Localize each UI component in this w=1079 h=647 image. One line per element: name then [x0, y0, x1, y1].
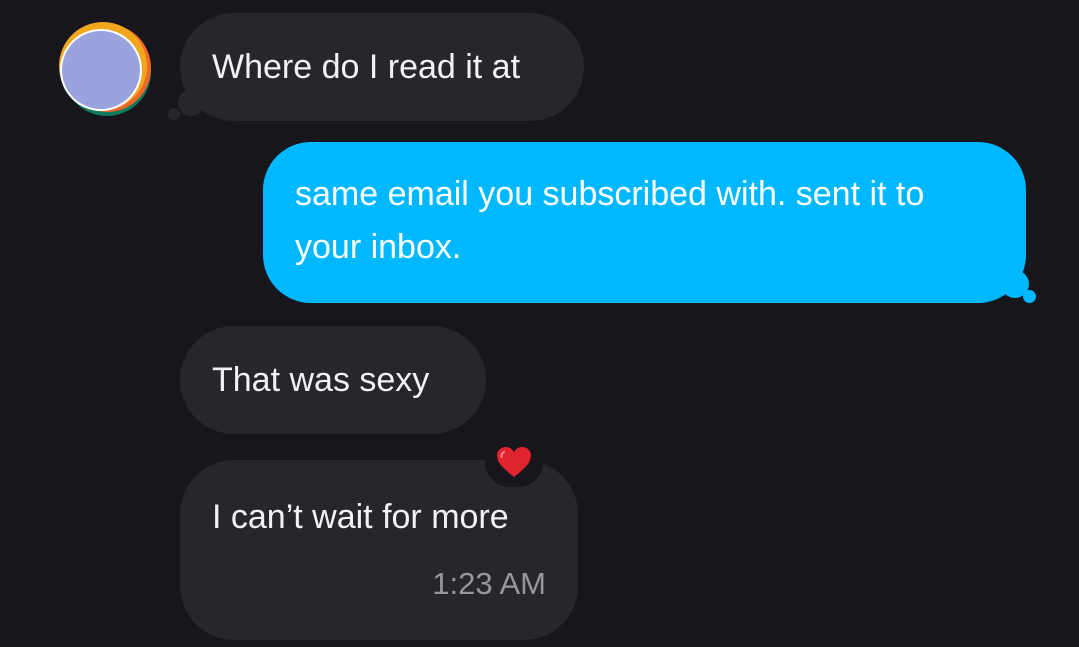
incoming-message-bubble[interactable]: That was sexy — [180, 326, 486, 434]
outgoing-message-bubble[interactable]: same email you subscribed with. sent it … — [263, 142, 1026, 303]
message-text: I can’t wait for more — [212, 498, 509, 536]
message-text: That was sexy — [212, 360, 430, 399]
message-text: same email you subscribed with. sent it … — [295, 175, 925, 266]
incoming-message-bubble[interactable]: Where do I read it at — [180, 13, 584, 121]
bubble-tail — [1023, 290, 1036, 303]
message-reaction[interactable] — [485, 437, 543, 487]
message-timestamp: 1:23 AM — [432, 565, 546, 601]
contact-avatar[interactable] — [57, 22, 151, 116]
incoming-message-bubble[interactable]: I can’t wait for more 1:23 AM — [180, 460, 578, 640]
red-heart-icon — [497, 446, 531, 477]
bubble-tail — [168, 108, 180, 120]
message-text: Where do I read it at — [212, 47, 521, 86]
chat-thread: Where do I read it at same email you sub… — [0, 0, 1079, 647]
gradient-circle-avatar-icon — [59, 22, 151, 116]
